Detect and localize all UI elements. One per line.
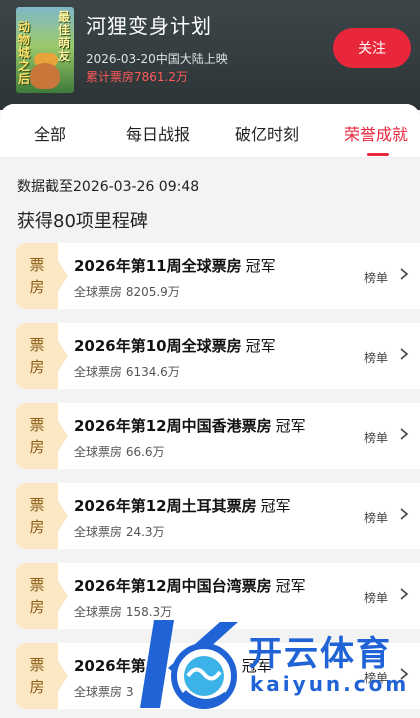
- boxoffice-badge: 票房: [16, 323, 58, 389]
- badge-notch: [58, 341, 68, 371]
- milestone-boxoffice: 全球票房 8205.9万: [74, 285, 180, 299]
- milestone-title: 2026年第12周中国香港票房 冠军: [74, 417, 306, 435]
- boxoffice-badge: 票房: [16, 243, 58, 309]
- milestone-boxoffice: 全球票房 24.3万: [74, 525, 165, 539]
- ranking-link[interactable]: 榜单: [364, 349, 388, 366]
- chevron-right-icon[interactable]: [398, 507, 410, 521]
- boxoffice-badge: 票房: [16, 643, 58, 709]
- tab-all[interactable]: 全部: [34, 121, 66, 145]
- tab-daily-report[interactable]: 每日战报: [126, 121, 190, 145]
- content-panel: 全部 每日战报 破亿时刻 荣誉成就 数据截至2026-03-26 09:48 获…: [0, 104, 420, 718]
- cumulative-boxoffice: 累计票房7861.2万: [86, 70, 188, 84]
- badge-notch: [58, 661, 68, 691]
- ranking-link[interactable]: 榜单: [364, 429, 388, 446]
- badge-notch: [58, 581, 68, 611]
- milestone-card[interactable]: 票房 2026年第12周土耳其票房 冠军 全球票房 24.3万 榜单: [16, 483, 420, 549]
- tab-bar: 全部 每日战报 破亿时刻 荣誉成就: [0, 104, 420, 158]
- chevron-right-icon[interactable]: [398, 267, 410, 281]
- chevron-right-icon[interactable]: [398, 667, 410, 681]
- ranking-link[interactable]: 榜单: [364, 589, 388, 606]
- boxoffice-badge: 票房: [16, 483, 58, 549]
- poster-text-right: 最佳萌友: [58, 10, 71, 63]
- boxoffice-badge: 票房: [16, 563, 58, 629]
- tab-over-100m[interactable]: 破亿时刻: [235, 121, 299, 145]
- milestone-boxoffice: 全球票房 3: [74, 685, 134, 699]
- milestone-boxoffice: 全球票房 66.6万: [74, 445, 165, 459]
- badge-notch: [58, 421, 68, 451]
- milestone-title: 2026年第 冠军: [74, 657, 272, 675]
- badge-notch: [58, 261, 68, 291]
- milestone-card[interactable]: 票房 2026年第10周全球票房 冠军 全球票房 6134.6万 榜单: [16, 323, 420, 389]
- milestone-boxoffice: 全球票房 158.3万: [74, 605, 173, 619]
- active-tab-indicator: [367, 153, 389, 156]
- tab-honors[interactable]: 荣誉成就: [344, 121, 408, 145]
- milestone-boxoffice: 全球票房 6134.6万: [74, 365, 180, 379]
- movie-poster[interactable]: 动物城之后 最佳萌友: [16, 7, 74, 93]
- milestone-card[interactable]: 票房 2026年第12周中国香港票房 冠军 全球票房 66.6万 榜单: [16, 403, 420, 469]
- chevron-right-icon[interactable]: [398, 587, 410, 601]
- milestone-count: 获得80项里程碑: [17, 211, 148, 232]
- milestone-title: 2026年第12周中国台湾票房 冠军: [74, 577, 306, 595]
- movie-header: 动物城之后 最佳萌友 河狸变身计划 2026-03-20中国大陆上映 累计票房7…: [0, 0, 420, 110]
- movie-title: 河狸变身计划: [86, 14, 212, 38]
- poster-character: [30, 63, 60, 89]
- ranking-link[interactable]: 榜单: [364, 269, 388, 286]
- milestone-card[interactable]: 票房 2026年第12周中国台湾票房 冠军 全球票房 158.3万 榜单: [16, 563, 420, 629]
- milestone-card[interactable]: 票房 2026年第 冠军 全球票房 3 榜单: [16, 643, 420, 709]
- milestone-title: 2026年第12周土耳其票房 冠军: [74, 497, 291, 515]
- ranking-link[interactable]: 榜单: [364, 509, 388, 526]
- badge-notch: [58, 501, 68, 531]
- milestone-card[interactable]: 票房 2026年第11周全球票房 冠军 全球票房 8205.9万 榜单: [16, 243, 420, 309]
- release-date: 2026-03-20中国大陆上映: [86, 52, 228, 66]
- ranking-link[interactable]: 榜单: [364, 669, 388, 686]
- chevron-right-icon[interactable]: [398, 347, 410, 361]
- milestone-title: 2026年第10周全球票房 冠军: [74, 337, 276, 355]
- data-timestamp: 数据截至2026-03-26 09:48: [17, 179, 200, 195]
- chevron-right-icon[interactable]: [398, 427, 410, 441]
- follow-button[interactable]: 关注: [333, 28, 411, 68]
- boxoffice-badge: 票房: [16, 403, 58, 469]
- milestone-title: 2026年第11周全球票房 冠军: [74, 257, 276, 275]
